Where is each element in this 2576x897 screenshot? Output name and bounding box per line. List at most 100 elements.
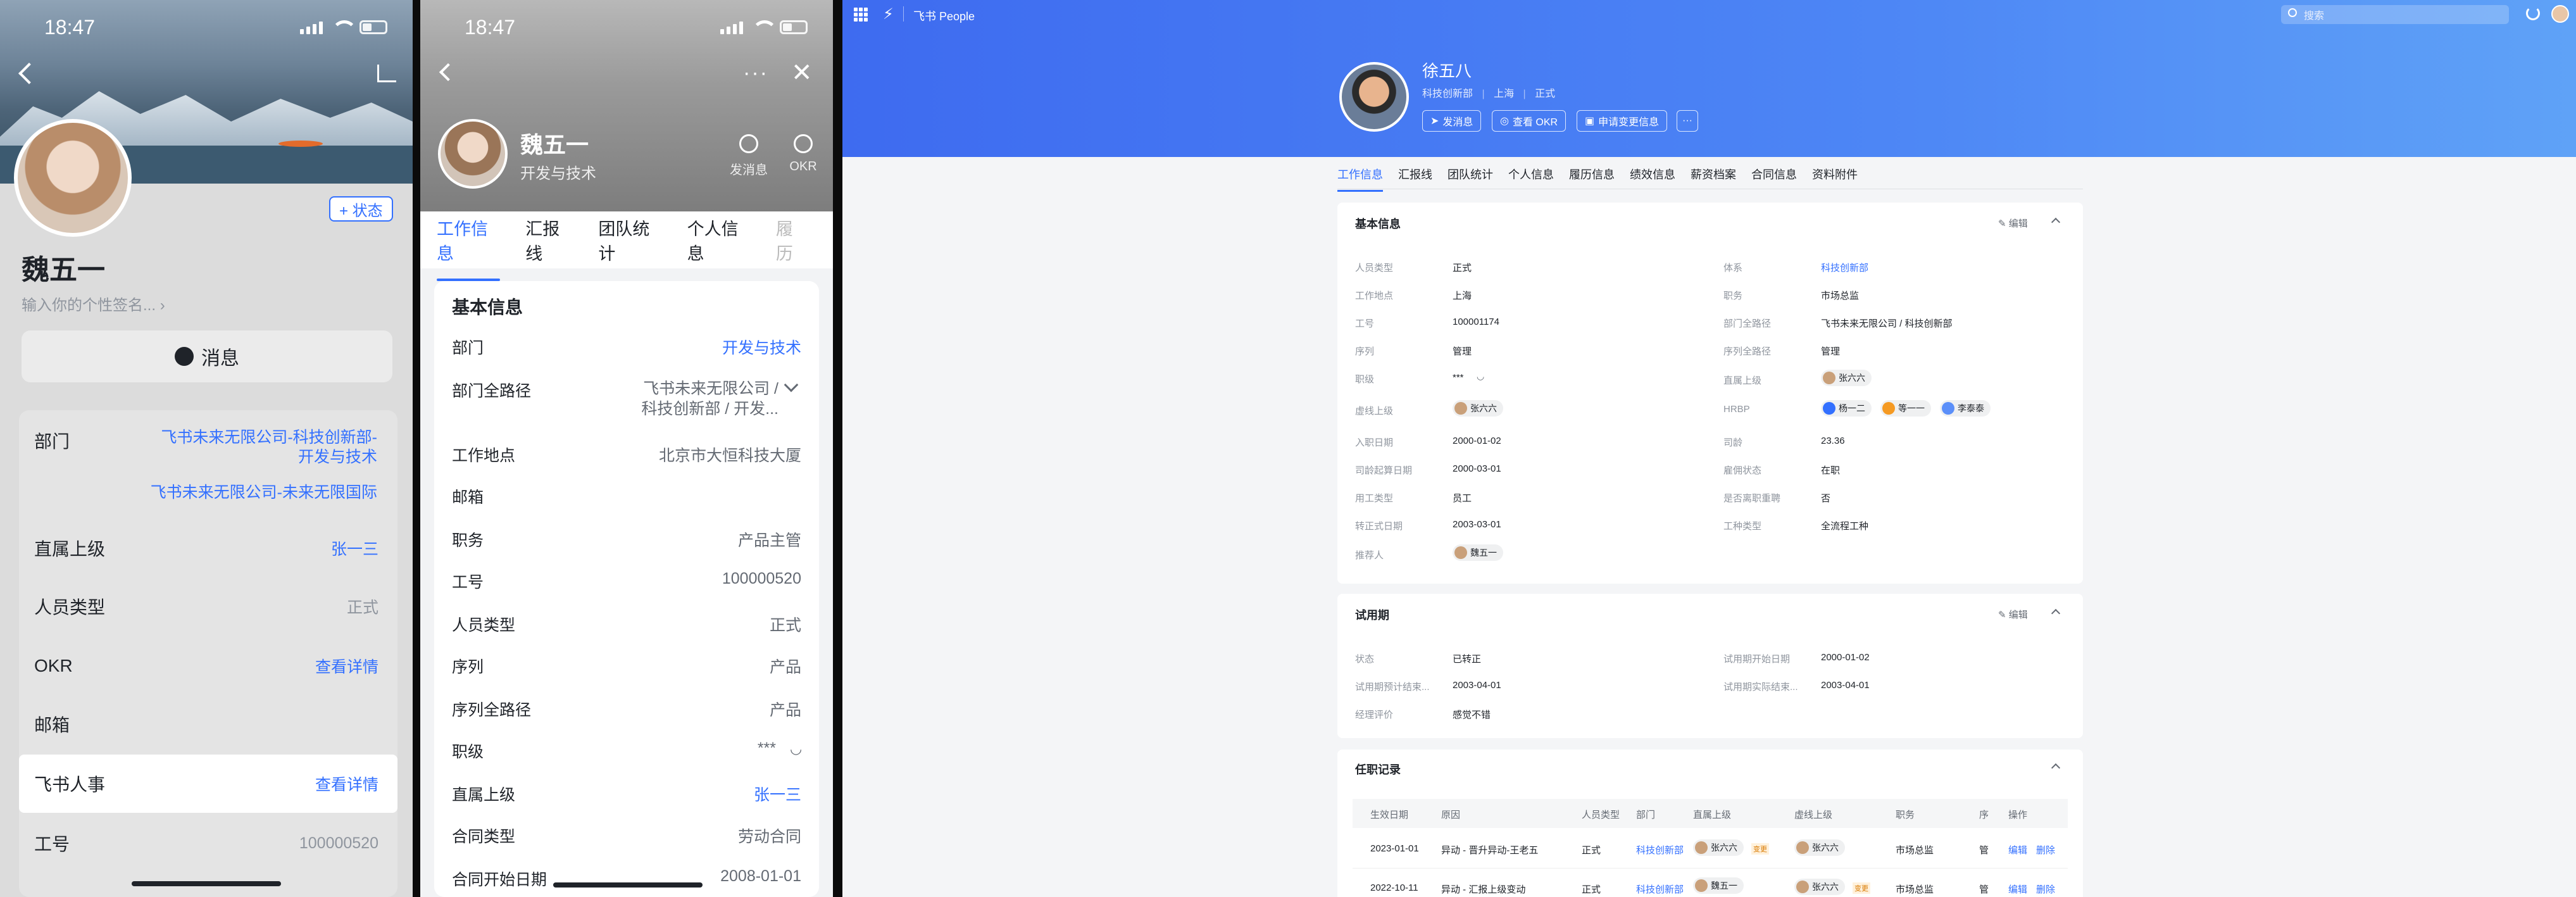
avatar[interactable] [14,119,132,237]
row-value-dept[interactable]: 飞书未来无限公司-科技创新部-开发与技术 [149,428,377,467]
eye-icon[interactable]: ◡ [790,741,802,757]
tab-resume[interactable]: 履历信息 [1569,166,1615,192]
row-dept-path[interactable]: 部门全路径 飞书未来无限公司 / 科技创新部 / 开发... [452,379,801,419]
row-value-dept-2[interactable]: 飞书未来无限公司-未来无限国际 [149,480,377,503]
person-avatar [1796,881,1809,893]
edit-doc-icon: ▣ [1585,116,1595,127]
field-link[interactable]: 科技创新部 [1821,261,1868,274]
action-label: OKR [789,160,817,173]
delete-link[interactable]: 删除 [2036,882,2055,896]
row-okr[interactable]: OKR 查看详情 [19,637,397,695]
field-value: 飞书未来无限公司 / 科技创新部 [1821,318,1953,329]
delete-link[interactable]: 删除 [2036,843,2055,856]
meta-dept: 科技创新部 [1422,89,1473,99]
tab-work-info[interactable]: 工作信息 [437,215,501,281]
cell-dept-link[interactable]: 科技创新部 [1636,843,1684,856]
request-change-button[interactable]: ▣ 申请变更信息 [1577,110,1668,132]
avatar[interactable] [438,119,508,189]
field-value: 23.36 [1821,436,1845,446]
tab-personal-info[interactable]: 个人信息 [1508,166,1554,192]
app-grid-icon[interactable] [854,8,868,22]
table-header: 生效日期 原因 人员类型 部门 直属上级 虚线上级 职务 序 操作 [1353,799,2068,828]
refresh-icon[interactable] [2526,6,2540,20]
row-value[interactable]: 开发与技术 [722,336,801,358]
tab-contract[interactable]: 合同信息 [1751,166,1797,192]
tab-team-stats[interactable]: 团队统计 [598,215,661,265]
cell-dept-link[interactable]: 科技创新部 [1636,882,1684,896]
share-icon[interactable] [377,65,396,82]
user-avatar[interactable] [2551,5,2569,23]
row-level: 职级 *** [452,739,801,762]
person-chip[interactable]: 李泰泰 [1940,400,1991,417]
field-value: 否 [1821,493,1831,504]
edit-link[interactable]: 编辑 [2008,843,2027,856]
column-header: 原因 [1441,810,1461,820]
person-chip[interactable]: 张六六 [1794,879,1845,895]
send-message-button[interactable]: ➤ 发消息 [1422,110,1482,132]
field-value: 管理 [1821,346,1841,357]
tab-salary[interactable]: 薪资档案 [1691,166,1736,192]
person-avatar [1942,402,1954,415]
status-button[interactable]: + 状态 [329,196,393,222]
column-header: 职务 [1896,810,1915,820]
cell-sequence: 管 [1979,884,1989,895]
cell-title: 市场总监 [1896,845,1934,856]
row-employee-type: 人员类型 正式 [452,613,801,636]
more-icon[interactable]: ··· [743,61,768,85]
person-chip[interactable]: 等一一 [1880,400,1931,417]
person-chip[interactable]: 张六六 [1821,370,1872,386]
row-value[interactable]: 查看详情 [315,655,378,677]
tab-resume[interactable]: 履历 [776,215,808,265]
edit-icon: ✎ [1998,218,2009,229]
search-placeholder: 搜索 [2304,11,2325,22]
person-chip[interactable]: 魏五一 [1693,877,1744,894]
person-chip[interactable]: 魏五一 [1453,544,1503,561]
target-icon: ◎ [1500,116,1509,127]
send-message-action[interactable]: 发消息 [727,134,771,178]
tab-work-info[interactable]: 工作信息 [1337,166,1383,192]
edit-link[interactable]: 编辑 [2008,882,2027,896]
more-button[interactable]: ··· [1677,110,1698,132]
tab-report-line[interactable]: 汇报线 [525,215,573,265]
signature-input[interactable]: 输入你的个性签名... › [22,292,165,315]
message-button[interactable]: 消息 [22,330,392,382]
row-value: 飞书未来无限公司 / [643,380,778,398]
tab-team-stats[interactable]: 团队统计 [1447,166,1493,192]
person-chip[interactable]: 杨一二 [1821,400,1872,417]
avatar[interactable] [1339,62,1409,132]
row-feishu-hr[interactable]: 飞书人事 查看详情 [19,755,397,813]
row-manager[interactable]: 直属上级 张一三 [19,519,397,577]
close-icon[interactable]: ✕ [791,58,813,87]
row-label: 合同类型 [452,828,516,846]
row-value[interactable]: 张一三 [331,537,378,560]
field-value: 在职 [1821,465,1841,476]
field-value: 全流程工种 [1821,521,1869,532]
send-icon: ➤ [1430,116,1439,127]
tab-report-line[interactable]: 汇报线 [1398,166,1432,192]
okr-action[interactable]: OKR [781,134,825,174]
table-row: 2022-10-11 异动 - 汇报上级变动 正式 科技创新部 魏五一 张六六 … [1353,870,2068,897]
eye-icon[interactable]: ◡ [1477,371,1484,382]
row-value: 正式 [346,599,378,617]
cover-kayak [278,141,323,147]
row-value[interactable]: 查看详情 [315,772,378,795]
row-value-2: 科技创新部 / 开发... [641,400,778,418]
person-chip[interactable]: 张六六 [1693,839,1744,856]
row-value[interactable]: 张一三 [754,782,801,805]
edit-button[interactable]: ✎ 编辑 [1998,608,2028,621]
row-value: 100000520 [722,570,801,587]
row-manager[interactable]: 直属上级 张一三 [452,782,801,805]
row-dept[interactable]: 部门 开发与技术 [452,336,801,358]
view-okr-button[interactable]: ◎ 查看 OKR [1492,110,1566,132]
chip-label: 李泰泰 [1958,403,1984,413]
tab-personal-info[interactable]: 个人信息 [687,215,751,265]
person-chip[interactable]: 张六六 [1453,400,1503,417]
column-header: 操作 [2008,810,2028,820]
person-avatar [1796,841,1809,854]
mobile-profile-screen-1: 18:47 + 状态 魏五一 输入你的个性签名... › 消息 部门 飞书未来无… [0,0,413,897]
edit-button[interactable]: ✎ 编辑 [1998,216,2028,230]
tab-performance[interactable]: 绩效信息 [1630,166,1675,192]
person-chip[interactable]: 张六六 [1794,839,1845,856]
tab-attachments[interactable]: 资料附件 [1812,166,1858,192]
search-input[interactable]: 搜索 [2281,5,2509,24]
